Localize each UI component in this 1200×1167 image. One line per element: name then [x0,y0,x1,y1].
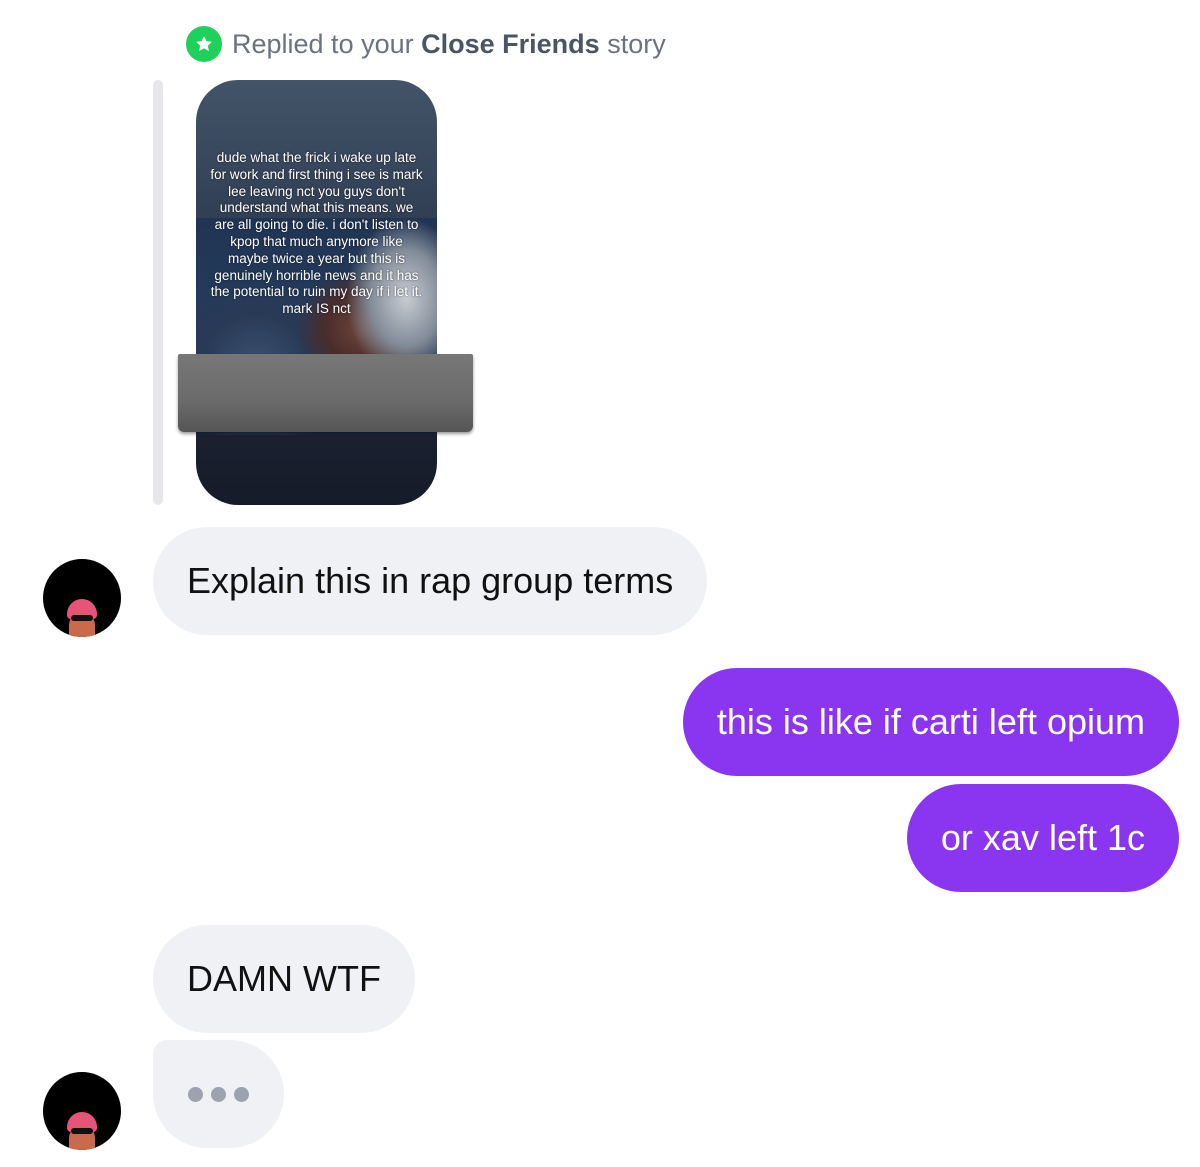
message-bubble-outgoing[interactable]: this is like if carti left opium [682,668,1179,776]
close-friends-star-icon [186,26,222,62]
message-bubble-incoming[interactable]: Explain this in rap group terms [153,527,708,635]
reply-header-suffix: story [607,28,666,59]
story-overlay-bar [178,354,473,432]
sender-avatar[interactable] [43,1072,121,1150]
reply-quote-line [153,80,163,505]
message-bubble-outgoing[interactable]: or xav left 1c [906,784,1179,892]
story-reply-header: Replied to your Close Friends story [186,26,666,62]
sender-avatar[interactable] [43,559,121,637]
typing-dots-icon [234,1086,249,1102]
typing-indicator [153,1040,284,1148]
message-bubble-incoming[interactable]: DAMN WTF [153,925,415,1033]
typing-dots-icon [188,1086,203,1102]
story-preview[interactable]: dude what the frick i wake up late for w… [196,80,437,505]
typing-dots-icon [211,1086,226,1102]
close-friends-label: Close Friends [421,28,600,59]
reply-header-prefix: Replied to your [232,28,414,59]
